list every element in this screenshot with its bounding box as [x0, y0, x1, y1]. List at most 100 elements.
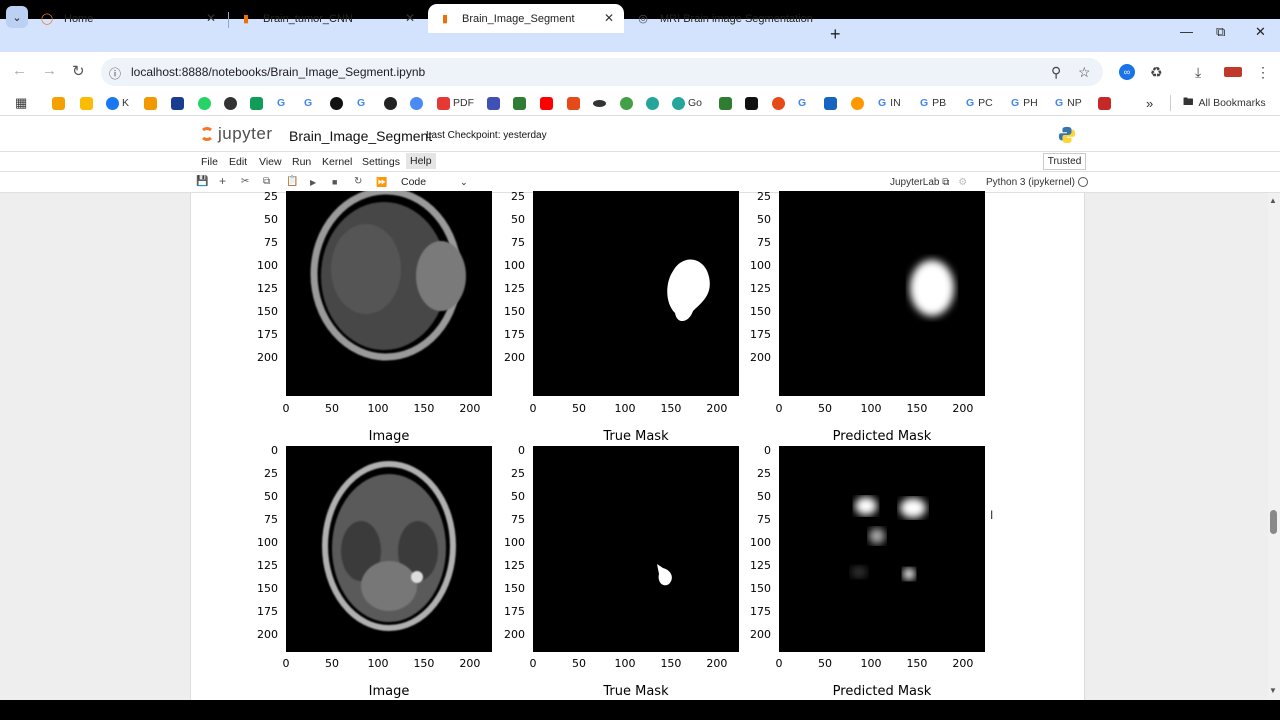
new-tab-button[interactable]: +: [830, 25, 841, 43]
menu-file[interactable]: File: [201, 156, 218, 168]
more-bookmarks-icon[interactable]: »: [1146, 95, 1153, 111]
scroll-down-arrow[interactable]: ▼: [1269, 686, 1277, 695]
y-tick-label: 125: [750, 281, 771, 295]
bookmark-google-icon[interactable]: G: [798, 95, 806, 111]
bookmark-icon[interactable]: [487, 95, 503, 111]
tab-brain-tumor-cnn[interactable]: ▮ Brain_tumor_CNN ✕: [229, 4, 425, 33]
bookmark-icon[interactable]: [772, 95, 788, 111]
bookmark-icon[interactable]: [824, 95, 840, 111]
bookmark-google-pb[interactable]: G PB: [920, 95, 946, 111]
apps-grid-icon[interactable]: ▦: [15, 95, 27, 111]
profile-avatar-icon[interactable]: [1224, 67, 1242, 77]
tab-search-button[interactable]: ⌄: [6, 6, 28, 28]
restore-icon[interactable]: ⧉: [1216, 24, 1225, 40]
kernel-name[interactable]: Python 3 (ipykernel): [986, 177, 1075, 188]
jupyter-logo[interactable]: jupyter: [200, 124, 273, 144]
close-icon[interactable]: ✕: [604, 11, 614, 25]
stop-icon[interactable]: ■: [332, 177, 337, 187]
forward-icon[interactable]: →: [42, 62, 57, 79]
bookmark-icon[interactable]: [593, 95, 609, 111]
restart-run-all-icon[interactable]: ⏩: [376, 177, 387, 188]
bookmark-icon[interactable]: [224, 95, 240, 111]
bookmark-icon[interactable]: [171, 95, 187, 111]
menu-edit[interactable]: Edit: [229, 156, 247, 168]
bookmark-icon[interactable]: [646, 95, 662, 111]
url-text[interactable]: localhost:8888/notebooks/Brain_Image_Seg…: [131, 65, 425, 79]
paste-icon[interactable]: 📋: [286, 176, 298, 187]
bookmark-icon[interactable]: [745, 95, 761, 111]
menu-kernel[interactable]: Kernel: [322, 156, 352, 168]
back-icon[interactable]: ←: [12, 62, 27, 79]
notebook-title[interactable]: Brain_Image_Segment: [289, 128, 432, 144]
y-tick-label: 100: [504, 535, 525, 549]
minimize-icon[interactable]: —: [1180, 24, 1193, 39]
bookmark-go[interactable]: Go: [672, 95, 702, 111]
extension-icon[interactable]: ∞: [1119, 64, 1135, 80]
site-info-icon[interactable]: ⓘ: [109, 65, 121, 82]
cut-icon[interactable]: ✂: [241, 176, 249, 187]
jupyterlab-link[interactable]: JupyterLab ⧉ ⚙: [890, 177, 967, 188]
bookmark-google-np[interactable]: G NP: [1055, 95, 1082, 111]
bookmark-icon[interactable]: [410, 95, 426, 111]
plot-true-2: [533, 446, 739, 652]
bookmark-icon[interactable]: [620, 95, 636, 111]
download-icon[interactable]: ⤓: [1195, 64, 1201, 81]
bookmark-icon[interactable]: [1098, 95, 1114, 111]
reload-icon[interactable]: ↻: [72, 62, 85, 80]
menu-view[interactable]: View: [259, 156, 282, 168]
tab-home[interactable]: ◯ Home ✕: [30, 4, 226, 33]
bookmark-icon[interactable]: [384, 95, 400, 111]
trusted-badge[interactable]: Trusted: [1043, 153, 1086, 170]
window-close-icon[interactable]: ✕: [1255, 24, 1266, 40]
kebab-menu-icon[interactable]: ⋮: [1256, 64, 1270, 81]
bookmark-google-in[interactable]: G IN: [878, 95, 901, 111]
bookmark-icon[interactable]: [719, 95, 735, 111]
bookmark-google-ph[interactable]: G PH: [1011, 95, 1038, 111]
bookmark-icon[interactable]: [144, 95, 160, 111]
insert-cell-icon[interactable]: +: [219, 174, 226, 188]
bookmark-pdf[interactable]: PDF: [437, 95, 474, 111]
bookmark-icon[interactable]: [80, 95, 96, 111]
bookmark-google-pc[interactable]: G PC: [966, 95, 993, 111]
bookmark-icon[interactable]: [513, 95, 529, 111]
copy-icon[interactable]: ⧉: [263, 176, 270, 187]
scroll-thumb[interactable]: [1270, 510, 1277, 534]
extensions-puzzle-icon[interactable]: ♻: [1150, 64, 1163, 81]
x-tick-label: 150: [413, 402, 435, 415]
true-mask-blob: [667, 259, 710, 322]
run-icon[interactable]: ▶: [310, 178, 316, 187]
y-tick-label: 125: [750, 558, 771, 572]
close-icon[interactable]: ✕: [405, 11, 415, 25]
cell-type-select[interactable]: Code ⌄: [401, 176, 468, 188]
cerebellum: [361, 561, 417, 611]
bookmark-icon[interactable]: [198, 95, 214, 111]
bookmark-google-icon[interactable]: G: [277, 95, 285, 111]
bookmark-icon[interactable]: [250, 95, 266, 111]
all-bookmarks[interactable]: 🖿 All Bookmarks: [1170, 95, 1266, 111]
tab-label: Home: [64, 12, 94, 25]
bookmark-facebook-k[interactable]: K: [106, 95, 129, 111]
plot-mri-1: [286, 191, 492, 396]
bookmark-google-icon[interactable]: G: [304, 95, 312, 111]
x-tick-label: 200: [459, 402, 481, 415]
bookmark-star-icon[interactable]: ☆: [1078, 64, 1091, 81]
bookmark-icon[interactable]: [52, 95, 68, 111]
bookmark-youtube-icon[interactable]: [540, 95, 556, 111]
close-icon[interactable]: ✕: [206, 11, 216, 25]
menu-run[interactable]: Run: [292, 156, 311, 168]
zoom-icon[interactable]: ⚲: [1051, 64, 1061, 81]
bookmark-icon[interactable]: [851, 95, 867, 111]
x-tick-label: 200: [706, 657, 728, 670]
scroll-up-arrow[interactable]: ▲: [1269, 196, 1277, 205]
tab-mri-segmentation[interactable]: ◎ MRI Brain image Segmentation: [626, 4, 824, 33]
menu-settings[interactable]: Settings: [362, 156, 400, 168]
y-tick-label: 50: [264, 489, 278, 503]
bookmark-github-icon[interactable]: [330, 95, 346, 111]
bookmark-icon[interactable]: [567, 95, 583, 111]
restart-icon[interactable]: ↻: [354, 176, 362, 187]
menu-help[interactable]: Help: [406, 153, 436, 169]
scrollbar[interactable]: [1268, 193, 1280, 700]
tab-brain-image-segment[interactable]: ▮ Brain_Image_Segment ✕: [428, 4, 624, 33]
bookmark-google-icon[interactable]: G: [357, 95, 365, 111]
save-icon[interactable]: 💾: [196, 176, 208, 187]
